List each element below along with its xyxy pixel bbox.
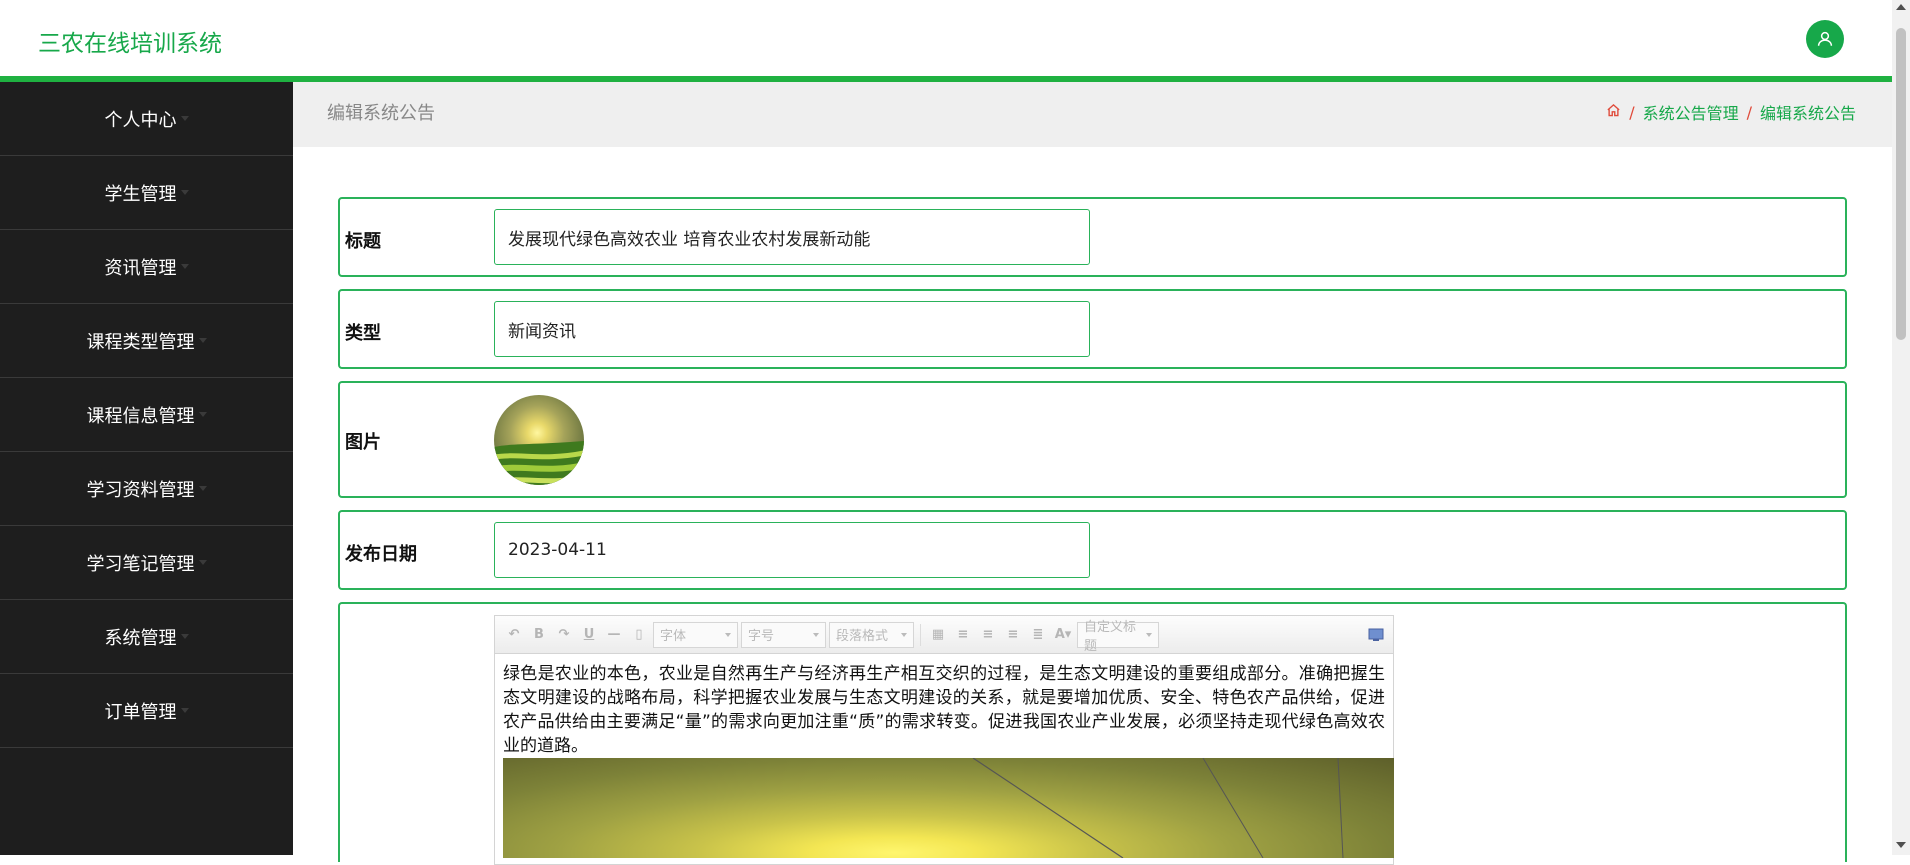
sidebar-item-label: 学习笔记管理	[86, 553, 195, 575]
custom-title-select[interactable]: 自定义标题	[1077, 620, 1159, 654]
sidebar-item-label: 学生管理	[104, 183, 177, 205]
sidebar-item-label: 订单管理	[104, 701, 177, 723]
chevron-down-icon	[180, 634, 189, 639]
user-avatar-button[interactable]	[1806, 20, 1844, 58]
chevron-down-icon	[198, 338, 207, 343]
form-row-type: 类型 新闻资讯	[338, 289, 1847, 369]
chevron-down-icon	[198, 560, 207, 565]
type-input[interactable]: 新闻资讯	[494, 301, 1090, 357]
image-thumbnail[interactable]	[494, 395, 584, 485]
font-size-select[interactable]: 字号	[741, 621, 826, 648]
paragraph-format-select[interactable]: 段落格式	[829, 621, 914, 648]
sidebar-item-students[interactable]: 学生管理	[0, 156, 293, 230]
editor-content-image	[503, 758, 1394, 858]
font-size-select-label: 字号	[748, 629, 775, 644]
font-family-select[interactable]: 字体	[653, 621, 738, 648]
rich-text-editor: ↶ B ↷ U — ▯ 字体 字号 段落格式 ▦ ≡ ≡ ≡ ≣ A▾ 自定义标…	[494, 615, 1394, 865]
main-content: 标题 发展现代绿色高效农业 培育农业农村发展新动能 类型 新闻资讯 图片 发布日…	[293, 147, 1892, 865]
sidebar-item-system[interactable]: 系统管理	[0, 600, 293, 674]
title-input[interactable]: 发展现代绿色高效农业 培育农业农村发展新动能	[494, 209, 1090, 265]
page-header-bar: 编辑系统公告 / 系统公告管理 / 编辑系统公告	[293, 82, 1892, 147]
chevron-down-icon	[180, 190, 189, 195]
breadcrumb-item-announcements[interactable]: 系统公告管理	[1643, 100, 1739, 124]
sidebar-item-personal-center[interactable]: 个人中心	[0, 82, 293, 156]
bold-icon[interactable]: B	[528, 624, 550, 646]
sidebar-item-label: 课程信息管理	[86, 405, 195, 427]
sidebar-item-label: 系统管理	[104, 627, 177, 649]
horizontal-rule-icon[interactable]: —	[603, 624, 625, 646]
scroll-down-icon[interactable]	[1896, 842, 1906, 848]
font-color-icon[interactable]: A▾	[1052, 624, 1074, 646]
page-scrollbar[interactable]	[1892, 0, 1910, 855]
app-title: 三农在线培训系统	[38, 31, 222, 57]
sidebar-item-study-notes[interactable]: 学习笔记管理	[0, 526, 293, 600]
chevron-down-icon	[198, 412, 207, 417]
chevron-down-icon	[198, 486, 207, 491]
fullscreen-icon[interactable]	[1365, 624, 1387, 646]
redo-icon[interactable]: ↷	[553, 624, 575, 646]
sidebar-item-label: 资讯管理	[104, 257, 177, 279]
top-header: 三农在线培训系统	[0, 0, 1892, 82]
font-family-select-label: 字体	[660, 629, 687, 644]
sidebar-item-label: 学习资料管理	[86, 479, 195, 501]
breadcrumb: / 系统公告管理 / 编辑系统公告	[1606, 100, 1856, 124]
sidebar-item-study-materials[interactable]: 学习资料管理	[0, 452, 293, 526]
table-icon[interactable]: ▦	[927, 624, 949, 646]
undo-icon[interactable]: ↶	[503, 624, 525, 646]
align-right-icon[interactable]: ≡	[977, 624, 999, 646]
editor-toolbar: ↶ B ↷ U — ▯ 字体 字号 段落格式 ▦ ≡ ≡ ≡ ≣ A▾ 自定义标…	[495, 616, 1393, 654]
chevron-down-icon	[180, 116, 189, 121]
breadcrumb-separator: /	[1746, 102, 1752, 122]
chevron-down-icon	[180, 264, 189, 269]
date-label: 发布日期	[345, 544, 417, 565]
sidebar-item-course-info[interactable]: 课程信息管理	[0, 378, 293, 452]
toolbar-divider	[920, 623, 921, 646]
form-row-date: 发布日期 2023-04-11	[338, 510, 1847, 590]
user-icon	[1817, 31, 1833, 46]
form-row-title: 标题 发展现代绿色高效农业 培育农业农村发展新动能	[338, 197, 1847, 277]
page-title: 编辑系统公告	[327, 103, 435, 124]
align-justify-icon[interactable]: ≣	[1027, 624, 1049, 646]
scroll-up-icon[interactable]	[1896, 4, 1906, 10]
date-input[interactable]: 2023-04-11	[494, 522, 1090, 578]
chevron-down-icon	[180, 708, 189, 713]
sidebar-item-label: 个人中心	[104, 109, 177, 131]
sidebar-item-orders[interactable]: 订单管理	[0, 674, 293, 748]
breadcrumb-item-edit: 编辑系统公告	[1759, 104, 1856, 123]
sidebar-item-label: 课程类型管理	[86, 331, 195, 353]
form-row-content: ↶ B ↷ U — ▯ 字体 字号 段落格式 ▦ ≡ ≡ ≡ ≣ A▾ 自定义标…	[338, 602, 1847, 865]
paragraph-format-select-label: 段落格式	[836, 629, 889, 644]
form-row-image: 图片	[338, 381, 1847, 498]
custom-title-select-label: 自定义标题	[1084, 619, 1137, 654]
home-icon[interactable]	[1606, 103, 1621, 122]
sidebar: 个人中心 学生管理 资讯管理 课程类型管理 课程信息管理 学习资料管理 学习笔记…	[0, 82, 293, 855]
underline-icon[interactable]: U	[578, 624, 600, 646]
image-label: 图片	[345, 432, 381, 453]
align-left-icon[interactable]: ≡	[952, 624, 974, 646]
align-center-icon[interactable]: ≡	[1002, 624, 1024, 646]
scrollbar-thumb[interactable]	[1896, 28, 1906, 340]
page-icon[interactable]: ▯	[628, 624, 650, 646]
editor-content-text[interactable]: 绿色是农业的本色，农业是自然再生产与经济再生产相互交织的过程，是生态文明建设的重…	[495, 654, 1393, 758]
breadcrumb-separator: /	[1629, 102, 1635, 122]
sidebar-item-course-types[interactable]: 课程类型管理	[0, 304, 293, 378]
sidebar-item-news[interactable]: 资讯管理	[0, 230, 293, 304]
title-label: 标题	[345, 231, 381, 252]
type-label: 类型	[345, 323, 381, 344]
